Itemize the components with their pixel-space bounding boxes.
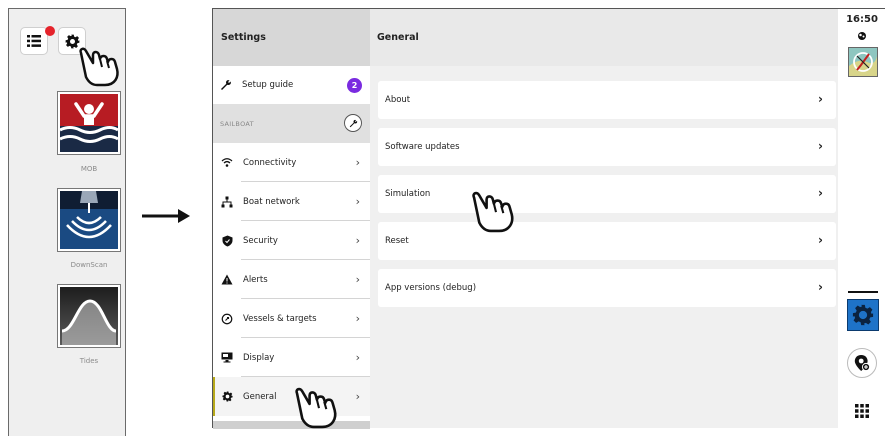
settings-window: Settings General Setup guide 2 SAILBOAT … [212, 8, 885, 429]
setup-guide-count-badge: 2 [347, 78, 362, 93]
app-label-downscan: DownScan [70, 261, 108, 269]
clock: 16:50 [846, 14, 878, 25]
chevron-right-icon: › [818, 186, 823, 200]
general-title: General [370, 9, 838, 66]
general-item-label: Software updates [385, 142, 460, 152]
gear-icon [221, 391, 233, 403]
display-icon [221, 352, 233, 364]
menu-item-boat-network[interactable]: Boat network › [213, 182, 370, 221]
menu-item-display[interactable]: Display › [213, 338, 370, 377]
app-tile-tides[interactable] [58, 285, 120, 347]
right-rail: 16:50 [838, 9, 885, 429]
app-grid-icon[interactable] [855, 404, 869, 418]
list-menu-icon [27, 35, 41, 47]
target-icon [221, 313, 233, 325]
general-item-label: App versions (debug) [385, 283, 477, 293]
boat-profile-label: SAILBOAT [220, 119, 254, 128]
menu-button[interactable] [20, 27, 48, 55]
menu-item-label: Security [243, 235, 278, 246]
menu-item-security[interactable]: Security › [213, 221, 370, 260]
menu-item-alerts[interactable]: Alerts › [213, 260, 370, 299]
chevron-right-icon: › [818, 280, 823, 294]
chevron-right-icon: › [818, 233, 823, 247]
general-item-label: Simulation [385, 189, 431, 199]
chevron-right-icon: › [355, 312, 360, 325]
menu-item-label: Display [243, 352, 275, 363]
chevron-right-icon: › [818, 92, 823, 106]
gps-status-icon [858, 32, 866, 40]
chevron-right-icon: › [355, 156, 360, 169]
tides-wave-icon [60, 287, 118, 345]
tap-hand-icon [295, 387, 337, 429]
app-launcher-panel: MOB DownScan Tides [8, 8, 126, 436]
wrench-icon [349, 119, 357, 127]
network-icon [221, 196, 233, 208]
boat-profile-edit-button[interactable] [344, 114, 362, 132]
general-item-reset[interactable]: Reset › [378, 222, 836, 260]
general-item-software-updates[interactable]: Software updates › [378, 128, 836, 166]
tap-hand-icon [79, 47, 119, 87]
add-waypoint-icon [854, 355, 870, 372]
transition-arrow-icon [142, 209, 190, 223]
chevron-right-icon: › [355, 351, 360, 364]
tap-hand-icon [472, 191, 514, 233]
chevron-right-icon: › [355, 390, 360, 403]
settings-title: Settings [213, 9, 370, 66]
man-overboard-icon [60, 94, 118, 152]
chevron-right-icon: › [355, 234, 360, 247]
menu-item-connectivity[interactable]: Connectivity › [213, 143, 370, 182]
gear-icon [852, 304, 874, 326]
general-item-label: Reset [385, 236, 409, 246]
app-tile-mob[interactable] [58, 92, 120, 154]
wrench-icon [220, 79, 232, 91]
downscan-sonar-icon [60, 191, 118, 249]
chart-compass-icon [849, 48, 877, 76]
menu-item-label: Vessels & targets [243, 313, 317, 324]
chevron-right-icon: › [818, 139, 823, 153]
alert-icon [221, 274, 233, 286]
app-label-mob: MOB [80, 165, 98, 173]
chevron-right-icon: › [355, 195, 360, 208]
menu-item-label: Alerts [243, 274, 268, 285]
rail-settings-button[interactable] [847, 299, 879, 331]
menu-item-label: Connectivity [243, 157, 297, 168]
notification-badge [45, 26, 55, 36]
general-item-about[interactable]: About › [378, 81, 836, 119]
menu-item-label: Boat network [243, 196, 300, 207]
app-label-tides: Tides [79, 357, 99, 365]
chevron-right-icon: › [355, 273, 360, 286]
general-item-label: About [385, 95, 411, 105]
shield-icon [221, 235, 233, 247]
setup-guide-item[interactable]: Setup guide 2 [213, 66, 370, 104]
rail-divider [848, 291, 878, 293]
general-item-simulation[interactable]: Simulation › [378, 175, 836, 213]
setup-guide-label: Setup guide [242, 80, 294, 90]
menu-item-vessels-targets[interactable]: Vessels & targets › [213, 299, 370, 338]
general-item-app-versions[interactable]: App versions (debug) › [378, 269, 836, 307]
app-tile-downscan[interactable] [58, 189, 120, 251]
wifi-icon [221, 157, 233, 169]
menu-item-label: General [243, 391, 277, 402]
add-waypoint-button[interactable] [847, 348, 877, 378]
boat-profile-header: SAILBOAT [213, 104, 370, 143]
chart-app-button[interactable] [848, 47, 878, 77]
